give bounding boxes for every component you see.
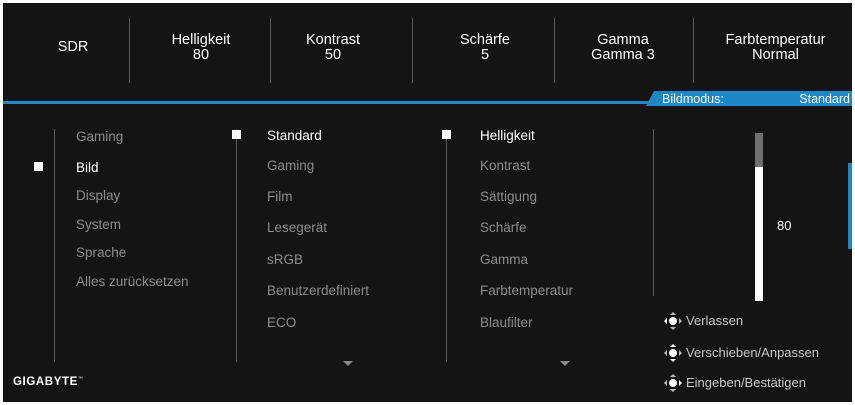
setting-item-contrast[interactable]: Kontrast [480, 158, 530, 173]
menu-item-system[interactable]: System [76, 217, 121, 232]
column-divider [653, 129, 654, 296]
status-sdr: SDR [33, 40, 113, 55]
hint-enter-confirm-label: Eingeben/Bestätigen [686, 375, 806, 390]
mode-item-srgb[interactable]: sRGB [267, 252, 303, 267]
column-divider [446, 129, 447, 362]
setting-item-brightness[interactable]: Helligkeit [480, 128, 535, 143]
menu-item-language[interactable]: Sprache [76, 245, 126, 260]
status-sdr-label: SDR [57, 39, 89, 55]
status-sharpness: Schärfe 5 [435, 33, 535, 63]
status-brightness-value: 80 [192, 47, 210, 63]
status-divider [554, 18, 555, 83]
status-color-temp: Farbtemperatur Normal [703, 33, 848, 63]
mode-item-standard[interactable]: Standard [267, 128, 322, 143]
scroll-down-arrow-icon[interactable] [560, 361, 570, 366]
setting-item-saturation[interactable]: Sättigung [480, 189, 537, 204]
status-brightness-label: Helligkeit [171, 32, 231, 48]
brightness-slider-value: 80 [777, 218, 792, 233]
mode-item-eco[interactable]: ECO [267, 315, 296, 330]
setting-item-sharpness[interactable]: Schärfe [480, 220, 527, 235]
hint-move-adjust-label: Verschieben/Anpassen [686, 345, 819, 360]
status-contrast-value: 50 [324, 47, 342, 63]
menu-item-reset-all[interactable]: Alles zurücksetzen [76, 274, 189, 289]
status-sharpness-value: 5 [480, 47, 490, 63]
setting-item-color-temperature[interactable]: Farbtemperatur [480, 283, 573, 298]
column-divider [236, 129, 237, 362]
status-divider [693, 18, 694, 83]
brand-logo-text: GIGABYTE [13, 376, 78, 388]
status-divider [270, 18, 271, 83]
mode-item-custom[interactable]: Benutzerdefiniert [267, 283, 369, 298]
status-contrast: Kontrast 50 [283, 33, 383, 63]
status-divider [412, 18, 413, 83]
brightness-slider[interactable] [755, 133, 763, 301]
scroll-down-arrow-icon[interactable] [343, 361, 353, 366]
status-divider [129, 18, 130, 83]
picture-mode-label: Bildmodus: [662, 92, 724, 106]
osd-menu: SDR Helligkeit 80 Kontrast 50 Schärfe 5 … [3, 3, 852, 402]
status-color-temp-label: Farbtemperatur [725, 32, 826, 48]
joystick-right-icon [664, 374, 682, 392]
status-brightness: Helligkeit 80 [149, 33, 253, 63]
status-gamma-value: Gamma 3 [591, 47, 655, 63]
mode-item-reader[interactable]: Lesegerät [267, 220, 327, 235]
mode-item-gaming[interactable]: Gaming [267, 158, 314, 173]
selection-marker [442, 130, 451, 139]
hint-exit-label: Verlassen [686, 313, 744, 328]
menu-item-display[interactable]: Display [76, 188, 120, 203]
status-gamma-label: Gamma [597, 32, 649, 48]
status-contrast-label: Kontrast [306, 32, 360, 48]
mode-item-film[interactable]: Film [267, 189, 293, 204]
status-sharpness-label: Schärfe [460, 32, 510, 48]
brand-logo: GIGABYTE™ [13, 376, 84, 388]
selection-marker [34, 162, 43, 171]
menu-item-picture[interactable]: Bild [76, 160, 99, 175]
status-gamma: Gamma Gamma 3 [573, 33, 673, 63]
joystick-up-down-icon [664, 344, 682, 362]
column-divider [54, 129, 55, 362]
status-bar: SDR Helligkeit 80 Kontrast 50 Schärfe 5 … [3, 3, 852, 101]
setting-item-gamma[interactable]: Gamma [480, 252, 528, 267]
menu-item-gaming[interactable]: Gaming [76, 129, 123, 144]
selection-marker [232, 130, 241, 139]
setting-item-blue-filter[interactable]: Blaufilter [480, 315, 533, 330]
status-color-temp-value: Normal [752, 47, 799, 63]
scroll-indicator [848, 163, 852, 249]
joystick-left-icon [664, 312, 682, 330]
picture-mode-tab: Bildmodus: Standard [646, 91, 852, 106]
brightness-slider-thumb[interactable] [755, 133, 763, 167]
picture-mode-value: Standard [799, 92, 850, 106]
